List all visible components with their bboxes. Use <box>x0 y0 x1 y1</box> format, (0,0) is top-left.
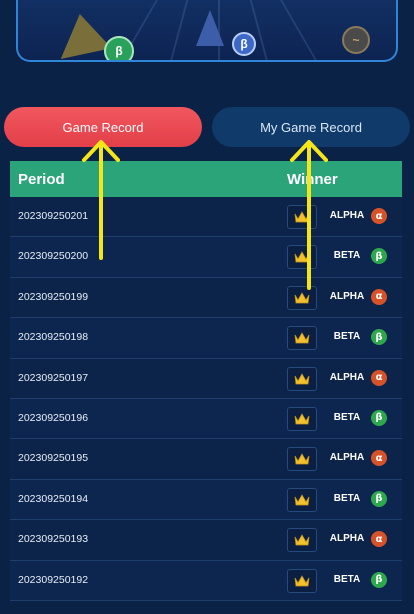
table-row: 202309250192 BETA β <box>10 560 402 601</box>
table-row: 202309250201 ALPHA α <box>10 197 402 238</box>
crown-icon <box>287 205 317 229</box>
period-value: 202309250200 <box>18 250 89 263</box>
game-record-table: Period Winner 202309250201 ALPHA α 20230925… <box>10 161 402 601</box>
beta-coin-icon: β <box>232 32 256 56</box>
table-row: 202309250193 ALPHA α <box>10 520 402 561</box>
table-row: 202309250200 BETA β <box>10 237 402 278</box>
table-row: 202309250194 BETA β <box>10 479 402 521</box>
period-value: 202309250199 <box>18 290 89 303</box>
winner-value: ALPHA <box>329 533 365 545</box>
beta-badge-icon: β <box>371 490 387 507</box>
beta-badge-icon: β <box>371 329 387 346</box>
winner-value: BETA <box>333 573 361 585</box>
alpha-badge-icon: α <box>371 369 387 386</box>
period-value: 202309250198 <box>18 331 89 344</box>
pyramid-decoration <box>52 9 112 59</box>
winner-value: BETA <box>333 331 361 343</box>
winner-value: BETA <box>333 492 361 504</box>
crown-icon <box>287 528 317 553</box>
period-value: 202309250193 <box>18 533 89 546</box>
period-value: 202309250196 <box>18 411 89 424</box>
alpha-badge-icon: α <box>371 208 387 224</box>
tab-game-record[interactable]: Game Record <box>4 107 202 147</box>
crown-icon <box>287 366 317 391</box>
beta-badge-icon: β <box>371 571 387 588</box>
beta-badge-icon: β <box>371 409 387 426</box>
winner-header: Winner <box>287 170 338 188</box>
winner-value: BETA <box>333 411 361 423</box>
chart-coin-icon: ~ <box>342 26 370 54</box>
crown-icon <box>287 285 317 310</box>
record-tabs: Game Record My Game Record <box>4 107 410 147</box>
crown-icon <box>287 487 317 512</box>
alpha-badge-icon: α <box>371 531 387 548</box>
period-header: Period <box>18 170 65 188</box>
table-row: 202309250198 BETA β <box>10 318 402 359</box>
winner-value: ALPHA <box>329 452 365 464</box>
pyramid-decoration <box>196 10 224 46</box>
game-banner: β β ~ <box>16 0 398 62</box>
table-row: 202309250195 ALPHA α <box>10 439 402 480</box>
tab-my-game-record[interactable]: My Game Record <box>212 107 410 147</box>
winner-value: ALPHA <box>329 290 365 302</box>
table-row: 202309250197 ALPHA α <box>10 358 402 399</box>
winner-value: ALPHA <box>329 210 365 221</box>
period-value: 202309250195 <box>18 452 89 465</box>
table-row: 202309250196 BETA β <box>10 398 402 440</box>
crown-icon <box>287 245 317 270</box>
period-value: 202309250192 <box>18 573 89 586</box>
crown-icon <box>287 406 317 431</box>
table-row: 202309250199 ALPHA α <box>10 277 402 319</box>
beta-badge-icon: β <box>371 248 387 265</box>
beta-coin-icon: β <box>104 36 134 60</box>
winner-value: ALPHA <box>329 371 365 383</box>
period-value: 202309250201 <box>18 210 89 222</box>
crown-icon <box>287 568 317 593</box>
winner-value: BETA <box>333 250 361 262</box>
alpha-badge-icon: α <box>371 450 387 467</box>
crown-icon <box>287 447 317 472</box>
crown-icon <box>287 326 317 351</box>
period-value: 202309250194 <box>18 492 89 505</box>
alpha-badge-icon: α <box>371 288 387 305</box>
period-value: 202309250197 <box>18 371 89 384</box>
table-header: Period Winner <box>10 161 402 197</box>
